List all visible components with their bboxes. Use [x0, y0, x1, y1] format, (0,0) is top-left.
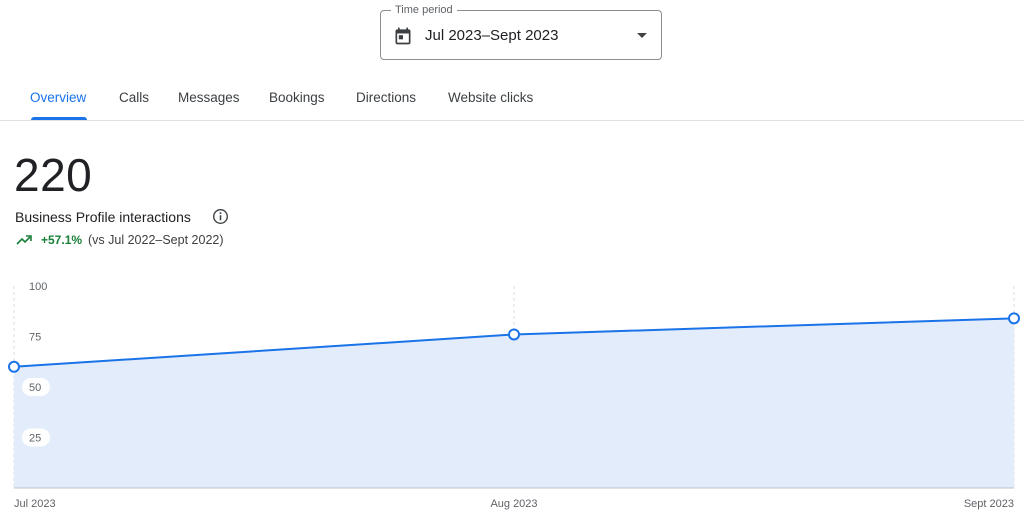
tab-calls[interactable]: Calls	[119, 90, 149, 106]
trend-comparison: (vs Jul 2022–Sept 2022)	[88, 233, 224, 247]
trending-up-icon	[16, 235, 32, 245]
metric-label: Business Profile interactions	[15, 209, 191, 225]
time-period-select[interactable]: Time period Jul 2023–Sept 2023	[380, 3, 662, 60]
y-tick-label: 25	[29, 433, 41, 445]
data-point	[1008, 312, 1020, 325]
trend-value: +57.1%	[41, 233, 83, 247]
calendar-icon	[395, 27, 411, 45]
data-point	[8, 360, 20, 373]
y-tick-label: 100	[29, 281, 47, 293]
tab-overview[interactable]: Overview	[30, 90, 86, 106]
y-tick-label: 50	[29, 382, 41, 394]
tab-messages[interactable]: Messages	[178, 90, 240, 106]
y-tick-label: 75	[29, 332, 41, 344]
time-period-legend: Time period	[391, 3, 457, 17]
interactions-total: 220	[14, 149, 93, 201]
tab-bar: Overview Calls Messages Bookings Directi…	[0, 75, 1024, 121]
area-fill	[14, 318, 1014, 488]
info-icon[interactable]	[212, 208, 229, 225]
interactions-chart: 100 75 50 25 Jul 2023 Aug 2023 Sept 2023	[8, 281, 1020, 510]
tab-bookings[interactable]: Bookings	[269, 90, 325, 106]
x-tick-label: Sept 2023	[964, 498, 1014, 510]
tab-website-clicks[interactable]: Website clicks	[448, 90, 533, 106]
data-point	[508, 328, 520, 341]
tab-directions[interactable]: Directions	[356, 90, 416, 106]
chevron-down-icon	[637, 33, 647, 38]
active-tab-indicator	[31, 117, 87, 120]
time-period-value: Jul 2023–Sept 2023	[425, 27, 559, 44]
x-tick-label: Jul 2023	[14, 498, 56, 510]
x-tick-label: Aug 2023	[490, 498, 537, 510]
